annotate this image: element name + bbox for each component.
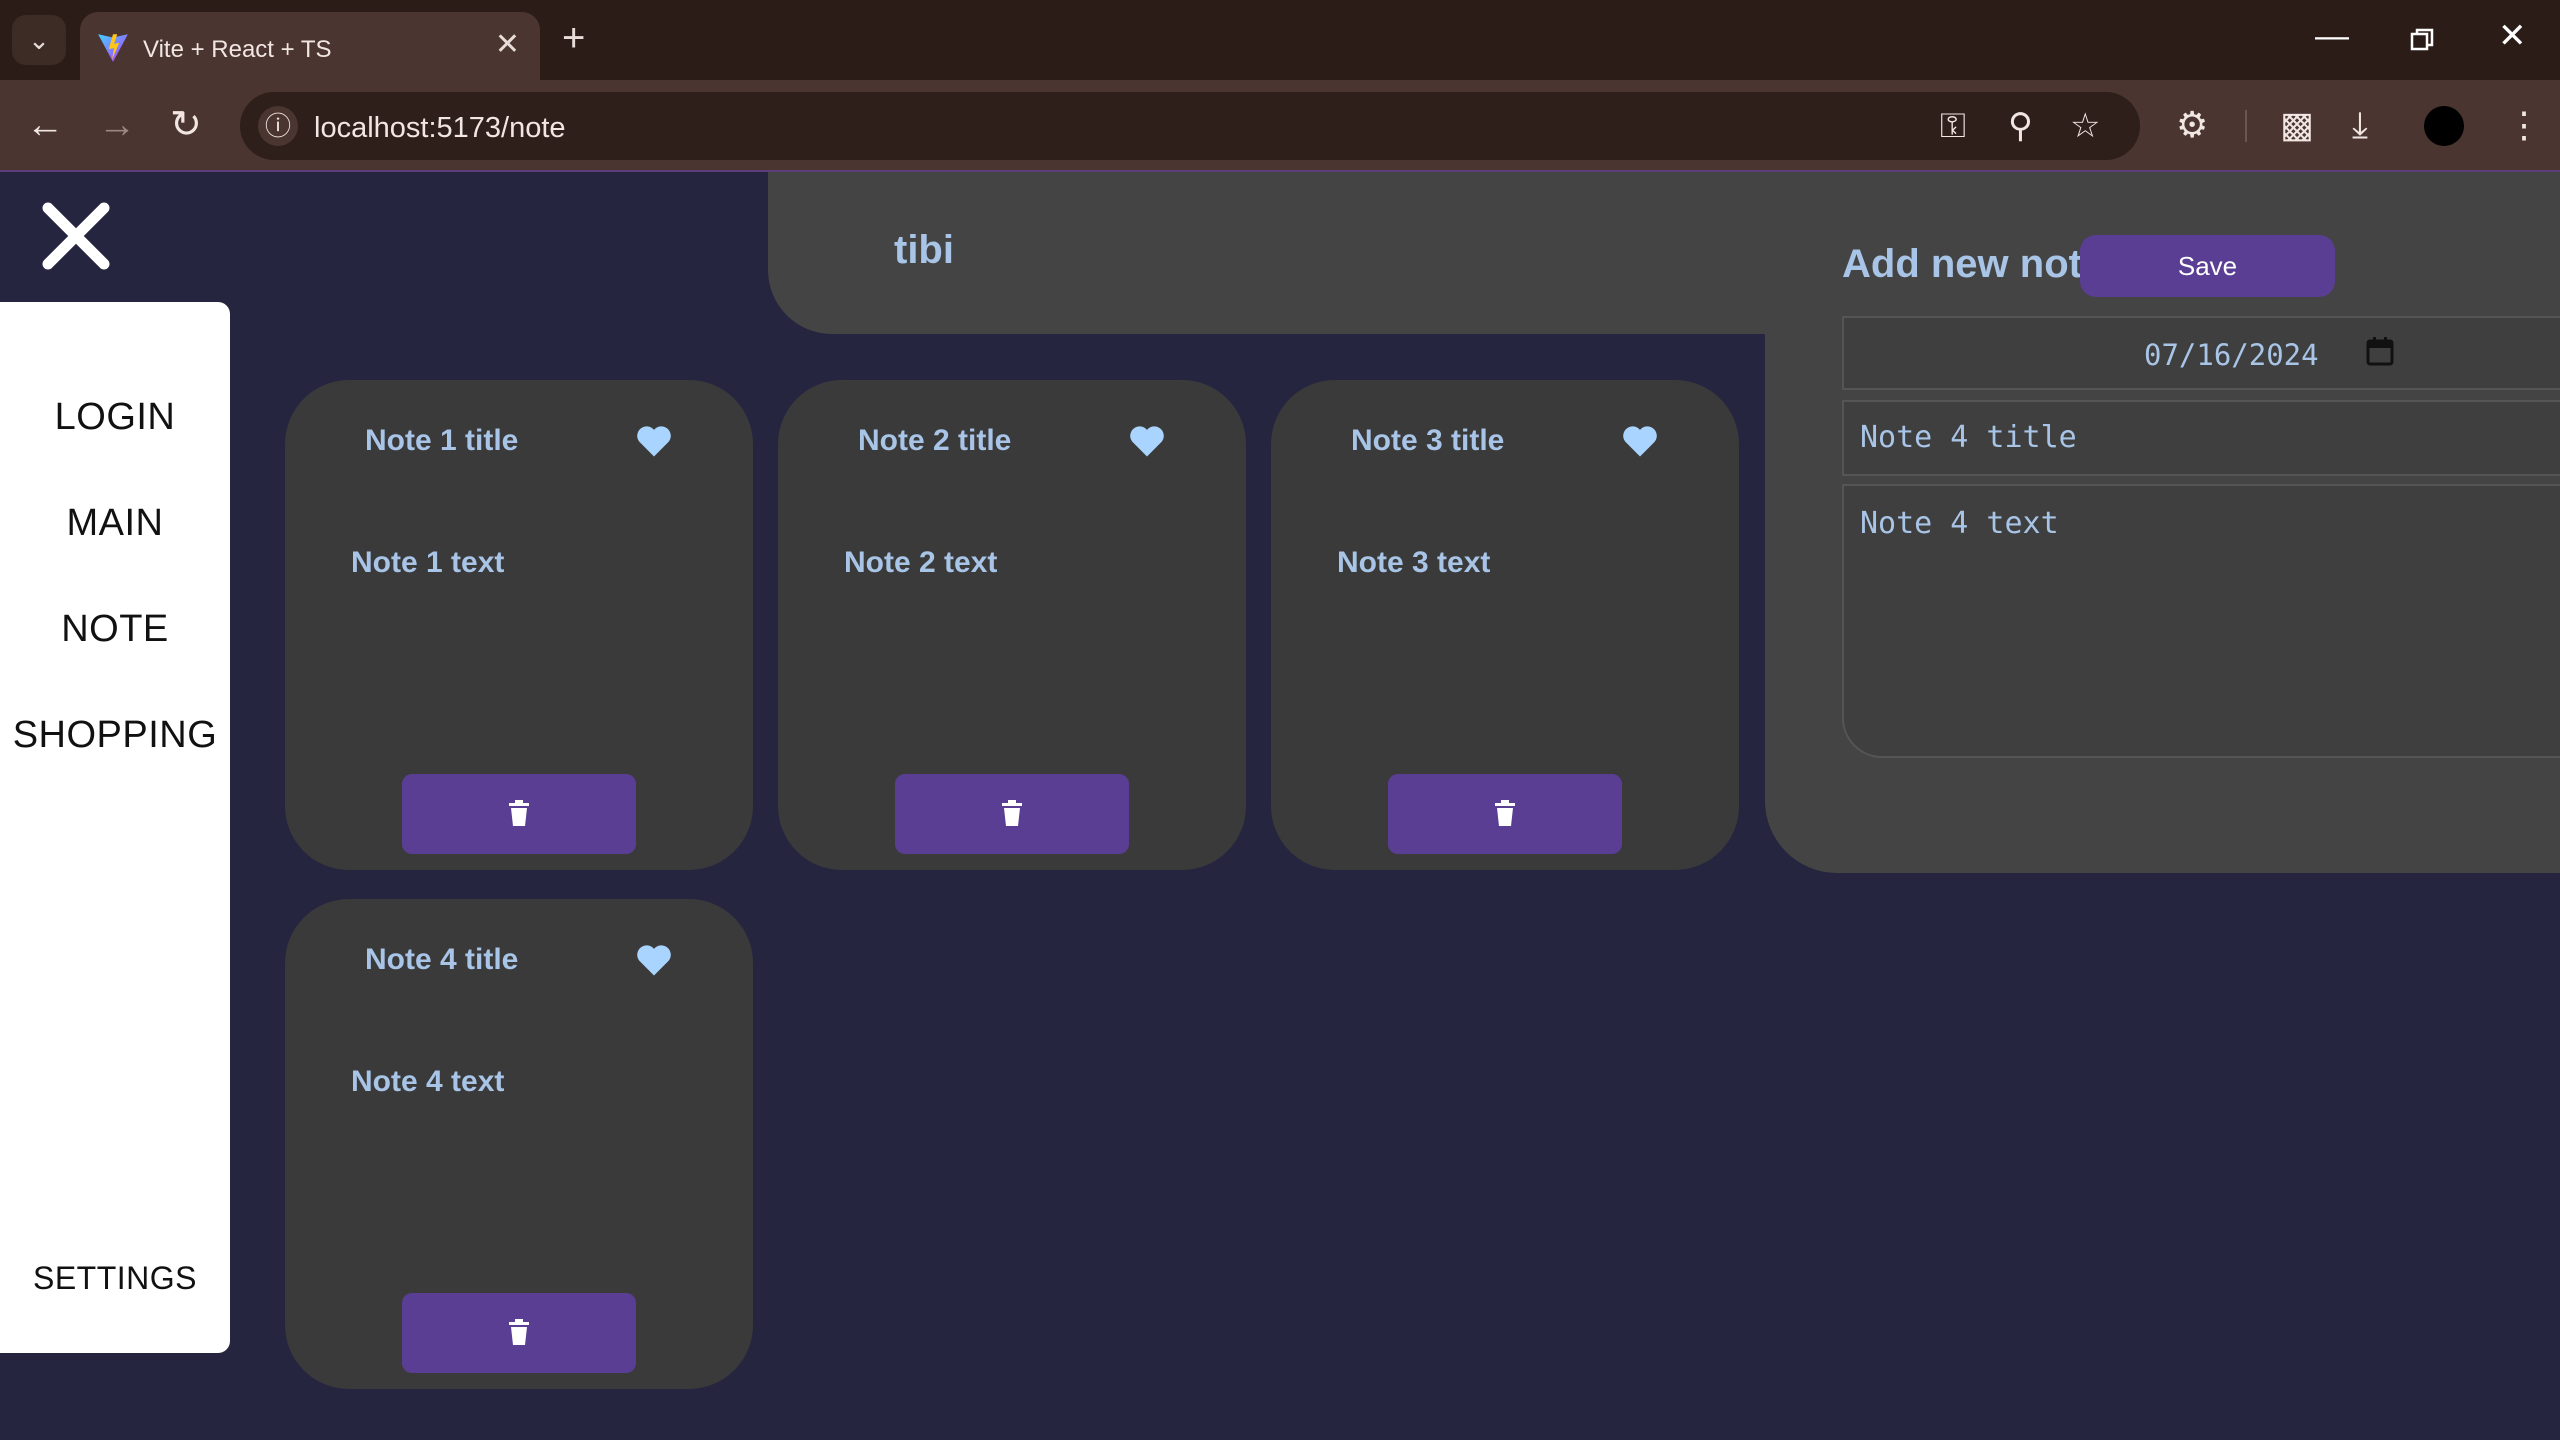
delete-button[interactable] <box>402 1293 636 1373</box>
sidebar-item-note[interactable]: NOTE <box>0 608 230 651</box>
site-info-icon[interactable]: ⓘ <box>258 106 298 146</box>
date-input[interactable]: 07/16/2024 <box>1842 316 2560 390</box>
back-icon[interactable]: ← <box>26 102 64 148</box>
bookmark-star-icon[interactable]: ☆ <box>2070 106 2100 146</box>
reload-icon[interactable]: ↻ <box>170 102 202 148</box>
sidebar: LOGIN MAIN NOTE SHOPPING SETTINGS <box>0 302 230 1353</box>
calendar-icon[interactable] <box>2366 336 2394 366</box>
tab-title: Vite + React + TS <box>143 36 332 63</box>
note-card: Note 2 title Note 2 text <box>778 380 1246 870</box>
download-icon[interactable]: ⤓ <box>2352 102 2368 148</box>
trash-icon <box>1002 800 1022 826</box>
note-title: Note 3 title <box>1351 424 1505 457</box>
profile-avatar[interactable] <box>2424 106 2464 146</box>
note-text-input[interactable]: Note 4 text <box>1842 484 2560 758</box>
tab-menu-icon[interactable]: ⌄ <box>12 15 66 65</box>
save-button[interactable]: Save <box>2080 235 2335 297</box>
note-text-input-value: Note 4 text <box>1860 506 2059 541</box>
heart-icon[interactable] <box>635 943 673 977</box>
delete-button[interactable] <box>895 774 1129 854</box>
cast-icon[interactable]: ▩ <box>2280 102 2314 148</box>
note-card: Note 1 title Note 1 text <box>285 380 753 870</box>
delete-button[interactable] <box>1388 774 1622 854</box>
note-card: Note 4 title Note 4 text <box>285 899 753 1389</box>
heart-icon[interactable] <box>1128 424 1166 458</box>
note-title: Note 1 title <box>365 424 519 457</box>
trash-icon <box>509 1319 529 1345</box>
toolbar-divider <box>2245 110 2247 142</box>
note-text: Note 2 text <box>844 546 998 579</box>
note-title-input[interactable]: Note 4 title <box>1842 400 2560 476</box>
note-title-input-value: Note 4 title <box>1860 420 2077 455</box>
trash-icon <box>1495 800 1515 826</box>
browser-titlebar: ⌄ Vite + React + TS ✕ + — ✕ <box>0 0 2560 80</box>
note-title: Note 2 title <box>858 424 1012 457</box>
heart-icon[interactable] <box>635 424 673 458</box>
note-text: Note 3 text <box>1337 546 1491 579</box>
new-tab-icon[interactable]: + <box>562 18 585 58</box>
add-note-heading: Add new note <box>1842 242 2105 286</box>
browser-tab[interactable]: Vite + React + TS ✕ <box>80 12 540 80</box>
sidebar-item-settings[interactable]: SETTINGS <box>0 1260 230 1297</box>
sidebar-item-login[interactable]: LOGIN <box>0 396 230 439</box>
delete-button[interactable] <box>402 774 636 854</box>
forward-icon[interactable]: → <box>98 102 136 148</box>
note-text: Note 4 text <box>351 1065 505 1098</box>
browser-toolbar: ← → ↻ ⓘ localhost:5173/note ⚿ ⚲ ☆ ⚙ ▩ ⤓ … <box>0 80 2560 172</box>
zoom-icon[interactable]: ⚲ <box>2008 106 2033 146</box>
tab-close-icon[interactable]: ✕ <box>495 30 520 60</box>
note-card: Note 3 title Note 3 text <box>1271 380 1739 870</box>
close-menu-icon[interactable] <box>40 200 112 272</box>
restore-icon[interactable] <box>2410 28 2434 52</box>
heart-icon[interactable] <box>1621 424 1659 458</box>
note-title: Note 4 title <box>365 943 519 976</box>
user-name: tibi <box>894 228 954 272</box>
extensions-icon[interactable]: ⚙ <box>2176 102 2208 148</box>
vite-favicon <box>98 34 128 62</box>
date-value: 07/16/2024 <box>2144 338 2319 372</box>
note-text: Note 1 text <box>351 546 505 579</box>
window-close-icon[interactable]: ✕ <box>2498 16 2527 56</box>
sidebar-item-shopping[interactable]: SHOPPING <box>0 714 230 757</box>
address-bar[interactable]: ⓘ localhost:5173/note ⚿ ⚲ ☆ <box>240 92 2140 160</box>
sidebar-item-main[interactable]: MAIN <box>0 502 230 545</box>
trash-icon <box>509 800 529 826</box>
minimize-icon[interactable]: — <box>2315 16 2349 56</box>
more-menu-icon[interactable]: ⋮ <box>2506 102 2542 148</box>
password-key-icon[interactable]: ⚿ <box>1940 106 1966 146</box>
url-text[interactable]: localhost:5173/note <box>314 112 566 145</box>
